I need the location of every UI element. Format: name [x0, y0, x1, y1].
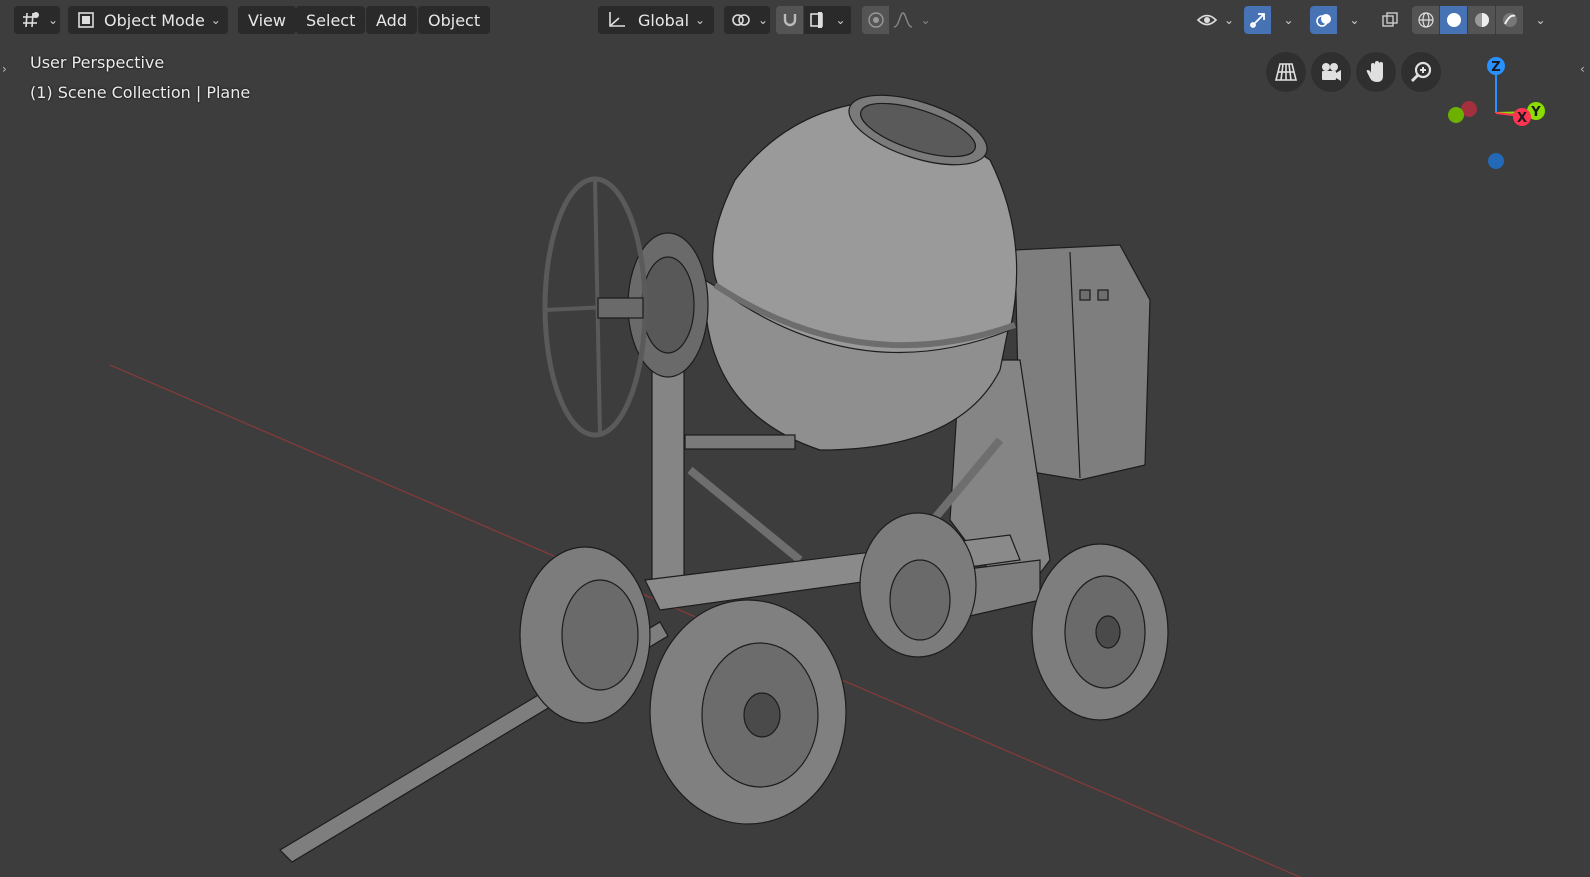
chevron-down-icon: ⌄ [1283, 13, 1294, 27]
transform-orientation-selector[interactable]: Global ⌄ [598, 6, 714, 34]
object-mode-icon [76, 10, 96, 30]
chevron-down-icon: ⌄ [1349, 13, 1360, 27]
toggle-perspective-icon [1274, 61, 1298, 83]
collection-info-label: (1) Scene Collection | Plane [30, 83, 251, 102]
axis-neg-z-dot[interactable] [1488, 153, 1504, 169]
solid-shading-icon[interactable] [1440, 6, 1468, 34]
concrete-mixer-model [279, 94, 1169, 863]
axis-neg-y-dot[interactable] [1448, 107, 1464, 123]
pan-view-button[interactable] [1356, 52, 1396, 92]
overlays-dropdown[interactable]: ⌄ [1338, 6, 1366, 34]
viewport-editor-icon [20, 10, 42, 30]
pivot-point-icon [730, 10, 752, 30]
chevron-down-icon: ⌄ [1224, 13, 1235, 27]
gizmo-group: ⌄ [1244, 6, 1300, 34]
mode-selector[interactable]: Object Mode ⌄ [68, 6, 228, 34]
mode-label: Object Mode [104, 10, 205, 30]
camera-view-icon [1319, 61, 1343, 83]
toolbar-toggle-arrow[interactable]: › [2, 62, 7, 76]
wheel-front-right [649, 599, 847, 825]
menu-object[interactable]: Object [418, 6, 491, 34]
camera-view-button[interactable] [1311, 52, 1351, 92]
menu-select[interactable]: Select [296, 6, 366, 34]
overlay-group: ⌄ [1310, 6, 1366, 34]
pivot-point-selector[interactable]: ⌄ [724, 6, 770, 34]
zoom-view-button[interactable] [1401, 52, 1441, 92]
shading-mode-group: ⌄ [1412, 6, 1552, 34]
wheel-rear-right [1031, 543, 1169, 721]
xray-group [1376, 6, 1404, 34]
shading-dropdown[interactable]: ⌄ [1524, 6, 1552, 34]
chevron-down-icon: ⌄ [695, 13, 706, 27]
gizmo-dropdown[interactable]: ⌄ [1272, 6, 1300, 34]
material-shading-icon[interactable] [1468, 6, 1496, 34]
gizmo-toggle-icon[interactable] [1244, 6, 1272, 34]
chevron-down-icon: ⌄ [1535, 13, 1546, 27]
proportional-edit-icon[interactable] [862, 6, 890, 34]
eye-visibility-icon [1196, 10, 1218, 30]
editor-type-selector[interactable]: ⌄ [14, 6, 60, 34]
scene-canvas[interactable] [0, 0, 1590, 877]
3d-viewport[interactable]: ⌄ Object Mode ⌄ View Select Add Object G… [0, 0, 1590, 877]
sidebar-toggle-arrow[interactable]: ‹ [1580, 62, 1585, 76]
falloff-curve-icon[interactable]: ⌄ [890, 6, 934, 34]
pan-hand-icon [1365, 60, 1387, 84]
overlays-icon[interactable] [1310, 6, 1338, 34]
menu-add[interactable]: Add [366, 6, 417, 34]
wheel-rear-left [859, 512, 977, 658]
axis-y-label: Y [1530, 105, 1541, 120]
snap-target-icon[interactable]: ⌄ [804, 6, 852, 34]
viewport-header: ⌄ Object Mode ⌄ View Select Add Object G… [0, 0, 1590, 42]
xray-toggle-icon[interactable] [1376, 6, 1404, 34]
zoom-magnifier-icon [1409, 60, 1433, 84]
front-post [651, 369, 685, 591]
view-name-label: User Perspective [30, 53, 165, 72]
snap-group: ⌄ [776, 6, 852, 34]
axis-z-label: Z [1491, 60, 1500, 75]
proportional-group: ⌄ [862, 6, 934, 34]
chevron-down-icon: ⌄ [210, 13, 221, 27]
orientation-label: Global [638, 10, 690, 30]
chevron-down-icon: ⌄ [758, 13, 769, 27]
wireframe-shading-icon[interactable] [1412, 6, 1440, 34]
engine-housing [1014, 244, 1151, 481]
toggle-perspective-button[interactable] [1266, 52, 1306, 92]
rendered-shading-icon[interactable] [1496, 6, 1524, 34]
wheel-front-left [519, 546, 651, 724]
axis-navigation-gizmo[interactable]: Y X Z [1440, 50, 1550, 175]
chevron-down-icon: ⌄ [48, 13, 59, 27]
menu-view[interactable]: View [238, 6, 296, 34]
visibility-selector[interactable]: ⌄ [1190, 6, 1236, 34]
orientation-gizmo-icon [606, 10, 628, 30]
axis-x-label: X [1517, 111, 1527, 126]
magnet-snap-icon[interactable] [776, 6, 804, 34]
